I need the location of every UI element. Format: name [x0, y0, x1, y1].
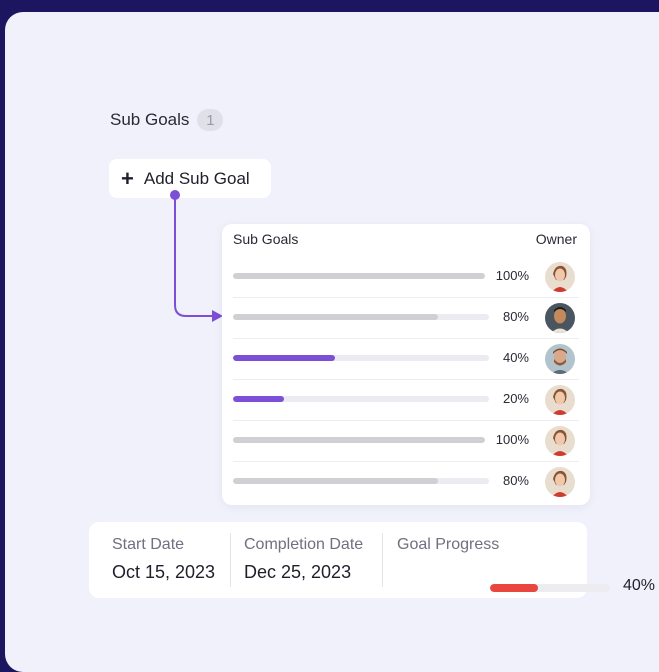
sub-goal-progress-bar — [233, 437, 485, 443]
owner-avatar[interactable] — [545, 303, 575, 333]
sub-goal-progress-fill — [233, 355, 336, 361]
sub-goal-progress-bar — [233, 314, 489, 320]
owner-avatar[interactable] — [545, 344, 575, 374]
table-row[interactable]: 80% — [233, 298, 579, 339]
owner-avatar[interactable] — [545, 262, 575, 292]
sub-goal-percent: 20% — [502, 391, 529, 406]
sub-goal-progress-fill — [233, 396, 285, 402]
goal-progress-bar — [490, 584, 610, 592]
start-date-label: Start Date — [112, 536, 185, 553]
column-header-owner: Owner — [535, 231, 577, 247]
owner-avatar[interactable] — [545, 426, 575, 456]
sub-goal-progress-fill — [233, 478, 438, 484]
sub-goal-progress-bar — [233, 273, 485, 279]
sub-goal-progress-bar — [233, 478, 489, 484]
sub-goal-percent: 80% — [502, 309, 529, 324]
sub-goal-progress-fill — [233, 314, 438, 320]
table-header: Sub Goals Owner — [233, 231, 577, 251]
sub-goal-progress-bar — [233, 396, 489, 402]
sub-goal-progress-bar — [233, 355, 489, 361]
sub-goals-table: Sub Goals Owner 100% 80% 40% 20% 100% 80% — [222, 224, 590, 505]
table-row[interactable]: 100% — [233, 257, 579, 298]
sub-goal-progress-fill — [233, 437, 485, 443]
divider — [382, 533, 383, 587]
connector-path — [174, 195, 216, 317]
table-row[interactable]: 20% — [233, 380, 579, 421]
sub-goal-percent: 100% — [495, 268, 529, 283]
table-row[interactable]: 40% — [233, 339, 579, 380]
table-row[interactable]: 100% — [233, 421, 579, 462]
sub-goal-percent: 40% — [502, 350, 529, 365]
completion-date-label: Completion Date — [244, 536, 364, 553]
table-rows: 100% 80% 40% 20% 100% 80% — [233, 257, 579, 502]
table-row[interactable]: 80% — [233, 462, 579, 502]
sub-goal-progress-fill — [233, 273, 485, 279]
start-date-value: Oct 15, 2023 — [112, 562, 216, 582]
column-header-sub-goals: Sub Goals — [233, 231, 299, 247]
divider — [230, 533, 231, 587]
completion-date-value: Dec 25, 2023 — [244, 562, 352, 582]
goal-progress-percent: 40% — [623, 577, 656, 594]
goal-progress-fill — [490, 584, 538, 592]
sub-goal-percent: 80% — [502, 473, 529, 488]
owner-avatar[interactable] — [545, 385, 575, 415]
owner-avatar[interactable] — [545, 467, 575, 497]
goal-progress-label: Goal Progress — [397, 536, 500, 553]
sub-goal-percent: 100% — [495, 432, 529, 447]
